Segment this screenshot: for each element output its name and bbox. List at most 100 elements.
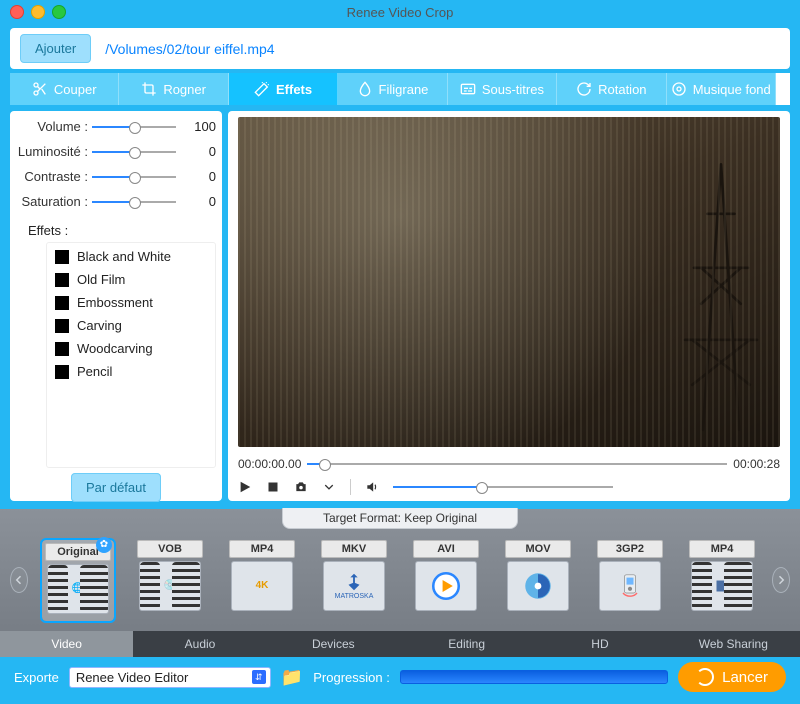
tower-graphic: [676, 143, 766, 447]
btab-hd[interactable]: HD: [533, 631, 666, 657]
effect-label: Old Film: [77, 272, 125, 287]
tab-subtitles[interactable]: Sous-titres: [448, 73, 557, 105]
separator: [350, 479, 351, 495]
duration: 00:00:28: [733, 457, 780, 471]
progress-bar: [400, 670, 668, 684]
tab-label: Rotation: [598, 82, 646, 97]
titlebar: Renee Video Crop: [0, 0, 800, 24]
stop-icon[interactable]: [266, 480, 280, 494]
btab-websharing[interactable]: Web Sharing: [667, 631, 800, 657]
list-item[interactable]: Carving: [47, 314, 215, 337]
seek-slider[interactable]: [307, 457, 727, 471]
wand-icon: [254, 81, 270, 97]
refresh-icon: [696, 668, 714, 686]
contrast-label: Contraste :: [16, 169, 92, 184]
btab-video[interactable]: Video: [0, 631, 133, 657]
list-item[interactable]: Old Film: [47, 268, 215, 291]
carousel-prev[interactable]: [10, 567, 28, 593]
add-button[interactable]: Ajouter: [20, 34, 91, 63]
tab-label: Filigrane: [379, 82, 429, 97]
carousel-next[interactable]: [772, 567, 790, 593]
format-badge: MOV: [505, 540, 571, 558]
saturation-label: Saturation :: [16, 194, 92, 209]
format-item-mkv[interactable]: MKV MATROSKA: [318, 540, 390, 618]
saturation-slider[interactable]: [92, 195, 176, 209]
export-label: Exporte: [14, 670, 59, 685]
swatch-icon: [55, 273, 69, 287]
current-time: 00:00:00.00: [238, 457, 301, 471]
format-item-3gp2[interactable]: 3GP2: [594, 540, 666, 618]
format-item-mp4[interactable]: MP4: [686, 540, 758, 618]
tab-watermark[interactable]: Filigrane: [338, 73, 447, 105]
volume-value: 100: [176, 119, 216, 134]
format-title: Target Format: Keep Original: [282, 508, 518, 529]
crop-icon: [141, 81, 157, 97]
volume-slider-player[interactable]: [393, 480, 613, 494]
export-value: Renee Video Editor: [76, 670, 189, 685]
swatch-icon: [55, 319, 69, 333]
format-badge: AVI: [413, 540, 479, 558]
saturation-value: 0: [176, 194, 216, 209]
effects-list: Black and White Old Film Embossment Carv…: [46, 242, 216, 468]
gear-icon[interactable]: ✿: [96, 537, 112, 553]
camera-icon[interactable]: [294, 480, 308, 494]
swatch-icon: [55, 250, 69, 264]
format-item-mp4-4k[interactable]: MP4 4K: [226, 540, 298, 618]
btab-editing[interactable]: Editing: [400, 631, 533, 657]
brightness-slider[interactable]: [92, 145, 176, 159]
video-preview[interactable]: [238, 117, 780, 447]
effect-label: Pencil: [77, 364, 112, 379]
export-select[interactable]: Renee Video Editor ⇵: [69, 667, 271, 688]
tab-label: Musique fond: [693, 82, 771, 97]
launch-button[interactable]: Lancer: [678, 662, 786, 692]
music-icon: [671, 81, 687, 97]
list-item[interactable]: Embossment: [47, 291, 215, 314]
play-icon[interactable]: [238, 480, 252, 494]
btab-devices[interactable]: Devices: [267, 631, 400, 657]
format-carousel: ✿ Original 🌐 VOB 💿 MP4 4K MKV MATROSKA A…: [0, 529, 800, 631]
contrast-value: 0: [176, 169, 216, 184]
tab-label: Sous-titres: [482, 82, 544, 97]
swatch-icon: [55, 342, 69, 356]
tool-tabs: Couper Rogner Effets Filigrane Sous-titr…: [10, 73, 790, 105]
volume-slider[interactable]: [92, 120, 176, 134]
main: Volume : 100 Luminosité : 0 Contraste : …: [10, 111, 790, 501]
format-item-original[interactable]: ✿ Original 🌐: [42, 540, 114, 621]
format-badge: 3GP2: [597, 540, 663, 558]
speaker-icon[interactable]: [365, 480, 379, 494]
default-button[interactable]: Par défaut: [71, 473, 161, 502]
effect-label: Embossment: [77, 295, 153, 310]
format-item-mov[interactable]: MOV: [502, 540, 574, 618]
file-path: /Volumes/02/tour eiffel.mp4: [105, 41, 274, 57]
format-item-avi[interactable]: AVI: [410, 540, 482, 618]
format-list: ✿ Original 🌐 VOB 💿 MP4 4K MKV MATROSKA A…: [42, 540, 758, 621]
window-title: Renee Video Crop: [0, 5, 800, 20]
btab-audio[interactable]: Audio: [133, 631, 266, 657]
tab-crop[interactable]: Rogner: [119, 73, 228, 105]
effects-panel: Volume : 100 Luminosité : 0 Contraste : …: [10, 111, 222, 501]
chevron-down-icon[interactable]: [322, 480, 336, 494]
subtitle-icon: [460, 81, 476, 97]
folder-icon[interactable]: 📁: [281, 667, 303, 688]
tab-effects[interactable]: Effets: [229, 73, 338, 105]
format-badge: VOB: [137, 540, 203, 558]
swatch-icon: [55, 296, 69, 310]
droplet-icon: [357, 81, 373, 97]
contrast-slider[interactable]: [92, 170, 176, 184]
status-bar: Exporte Renee Video Editor ⇵ 📁 Progressi…: [0, 657, 800, 697]
format-category-tabs: Video Audio Devices Editing HD Web Shari…: [0, 631, 800, 657]
format-sub: 4K: [231, 561, 293, 611]
format-badge: MP4: [229, 540, 295, 558]
effect-label: Carving: [77, 318, 122, 333]
effects-section-label: Effets :: [28, 223, 216, 238]
tab-rotation[interactable]: Rotation: [557, 73, 666, 105]
header: Ajouter /Volumes/02/tour eiffel.mp4: [10, 28, 790, 69]
format-item-vob[interactable]: VOB 💿: [134, 540, 206, 618]
list-item[interactable]: Woodcarving: [47, 337, 215, 360]
tab-bgmusic[interactable]: Musique fond: [667, 73, 776, 105]
list-item[interactable]: Pencil: [47, 360, 215, 383]
brightness-label: Luminosité :: [16, 144, 92, 159]
tab-cut[interactable]: Couper: [10, 73, 119, 105]
launch-label: Lancer: [722, 669, 768, 686]
list-item[interactable]: Black and White: [47, 245, 215, 268]
